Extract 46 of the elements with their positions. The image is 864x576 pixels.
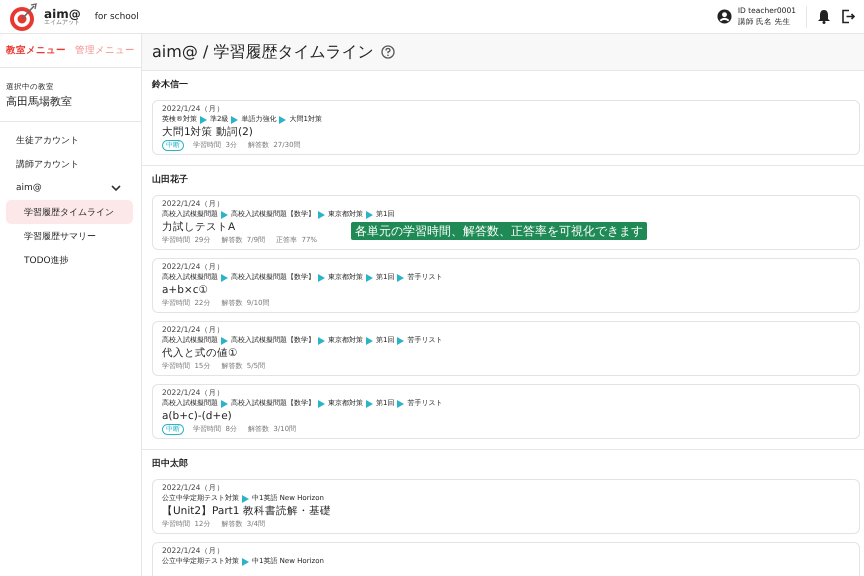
triangle-icon — [200, 116, 207, 124]
account-icon[interactable] — [716, 9, 732, 24]
sidebar-item[interactable]: TODO進捗 — [6, 248, 133, 272]
triangle-icon — [366, 274, 373, 282]
sidebar-item[interactable]: aim@ — [8, 176, 133, 200]
triangle-icon — [318, 210, 325, 218]
triangle-icon — [397, 336, 404, 344]
triangle-icon — [221, 210, 228, 218]
student-name: 鈴木信一 — [152, 79, 189, 91]
entry-title: 大問1対策 動詞(2) — [162, 125, 253, 140]
triangle-icon — [366, 210, 373, 218]
sidebar-item[interactable]: 生徒アカウント — [8, 128, 133, 152]
triangle-icon — [397, 400, 404, 408]
logo-text: aim@ — [44, 8, 81, 20]
product-name: for school — [94, 12, 139, 22]
student-name: 山田花子 — [152, 174, 189, 186]
chevron-icon[interactable] — [111, 184, 121, 192]
classroom-name: 高田馬場教室 — [6, 94, 73, 109]
entry-title: 【Unit2】Part1 教科書読解・基礎 — [162, 504, 331, 519]
triangle-icon — [318, 400, 325, 408]
sidebar-item[interactable]: 学習履歴サマリー — [6, 224, 133, 248]
triangle-icon — [221, 400, 228, 408]
callout-label: 各単元の学習時間、解答数、正答率を可視化できます — [351, 222, 647, 240]
triangle-icon — [366, 400, 373, 408]
notification-bell-icon[interactable] — [817, 9, 831, 24]
triangle-icon — [231, 116, 238, 124]
entry-title: 力試しテストA — [162, 220, 236, 235]
triangle-icon — [221, 274, 228, 282]
student-name: 田中太郎 — [152, 458, 189, 470]
triangle-icon — [366, 336, 373, 344]
triangle-icon — [318, 336, 325, 344]
entry-title: a(b+c)-(d+e) — [162, 409, 232, 424]
triangle-icon — [397, 274, 404, 282]
triangle-icon — [242, 558, 249, 566]
entry-title: a+b×c① — [162, 283, 208, 298]
sidebar-item[interactable]: 講師アカウント — [8, 152, 133, 176]
menu-tab[interactable]: 教室メニュー — [6, 44, 66, 57]
sidebar-item[interactable]: 学習履歴タイムライン — [6, 200, 133, 224]
triangle-icon — [318, 274, 325, 282]
logout-icon[interactable] — [841, 9, 856, 24]
help-icon[interactable] — [381, 45, 396, 59]
triangle-icon — [221, 336, 228, 344]
triangle-icon — [279, 116, 286, 124]
triangle-icon — [242, 494, 249, 502]
page-title: aim@ / 学習履歴タイムライン — [152, 42, 374, 62]
entry-title: 代入と式の値① — [162, 346, 238, 361]
